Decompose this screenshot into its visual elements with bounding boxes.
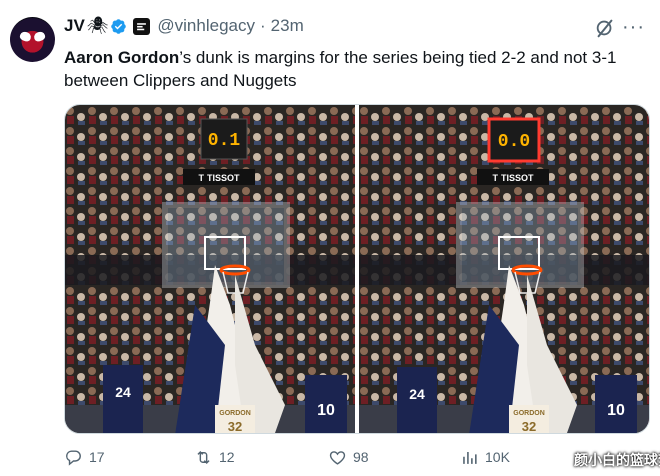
header-separator: · [259, 16, 266, 35]
sponsor-text-left: TISSOT [207, 173, 240, 183]
repost-button[interactable]: 12 [194, 442, 235, 472]
views-button[interactable]: 10K [460, 442, 510, 472]
tweet-actions: 17 12 98 10K [0, 442, 660, 472]
avatar-eye-left [18, 30, 33, 43]
views-chart-icon [463, 451, 477, 464]
author-name-emoji: 🕷 [86, 16, 109, 35]
tweet-text: Aaron Gordon’s dunk is margins for the s… [64, 46, 649, 92]
avatar-eye-right [32, 30, 47, 43]
author-handle[interactable]: @vinhlegacy [157, 16, 255, 36]
watermark: 颜小白的篮球梦 [574, 452, 660, 468]
tweet-media[interactable]: 0.1 T TISSOT 24 10 GORDON 32 0.0 T TISSO… [64, 104, 650, 434]
views-count: 10K [485, 449, 510, 465]
verified-badge-icon[interactable] [110, 18, 127, 35]
repost-icon [197, 450, 210, 464]
author-avatar[interactable] [10, 17, 55, 62]
affiliate-badge-icon[interactable] [133, 17, 151, 35]
heart-icon [329, 450, 346, 465]
grok-icon[interactable] [594, 17, 616, 39]
sponsor-mark-left: T [198, 173, 204, 183]
author-name[interactable]: JV [64, 16, 85, 36]
jersey-24-left: 24 [115, 384, 131, 400]
like-count: 98 [353, 449, 369, 465]
jersey-32-left: 32 [228, 419, 242, 433]
reply-icon [66, 449, 81, 466]
tweet-mention-name[interactable]: Aaron Gordon [64, 48, 179, 67]
jersey-name-right: GORDON [513, 410, 545, 417]
like-button[interactable]: 98 [328, 442, 369, 472]
tweet-time[interactable]: 23m [271, 16, 304, 36]
tweet-header: JV 🕷 @vinhlegacy · 23m [64, 14, 304, 38]
jersey-32-right: 32 [522, 419, 536, 433]
jersey-10-left: 10 [317, 402, 335, 419]
jersey-24-right: 24 [409, 386, 425, 402]
more-options-icon[interactable]: ··· [622, 16, 645, 38]
jersey-name-left: GORDON [219, 410, 251, 417]
media-image-left[interactable]: 0.1 T TISSOT 24 10 GORDON 32 [65, 105, 355, 433]
jersey-10-right: 10 [607, 402, 625, 419]
repost-count: 12 [219, 449, 235, 465]
media-image-right[interactable]: 0.0 T TISSOT 24 10 GORDON 32 [359, 105, 649, 433]
reply-button[interactable]: 17 [64, 442, 105, 472]
reply-count: 17 [89, 449, 105, 465]
shot-clock-right-value: 0.0 [498, 132, 530, 152]
shot-clock-left-value: 0.1 [208, 131, 241, 151]
sponsor-text-right: TISSOT [501, 173, 534, 183]
sponsor-mark-right: T [492, 173, 498, 183]
